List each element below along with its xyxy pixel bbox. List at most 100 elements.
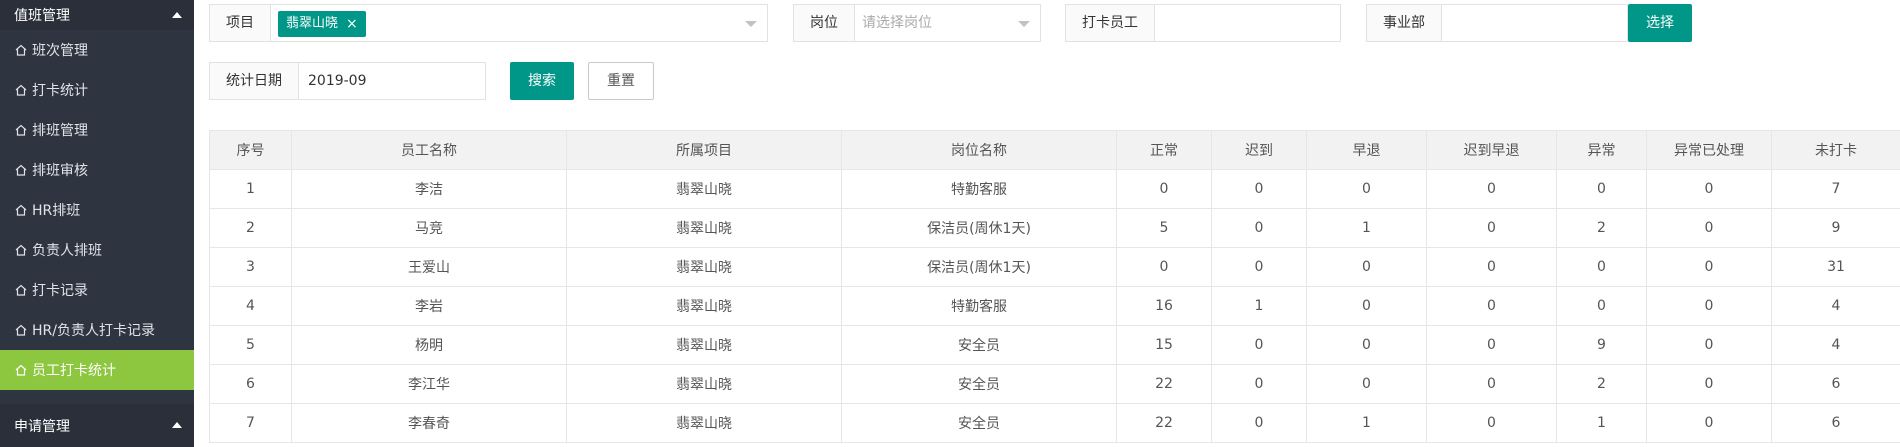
employee-field[interactable]: 打卡员工 xyxy=(1065,4,1341,42)
table-cell: 9 xyxy=(1771,208,1900,248)
date-label: 统计日期 xyxy=(210,63,299,99)
sidebar-item[interactable]: 打卡统计 xyxy=(0,70,194,110)
table-cell: 0 xyxy=(1306,325,1427,365)
chevron-down-icon xyxy=(745,21,757,27)
sidebar-item[interactable]: HR排班 xyxy=(0,190,194,230)
position-select[interactable]: 岗位 请选择岗位 xyxy=(793,4,1041,42)
table-cell: 0 xyxy=(1426,286,1557,326)
column-header: 正常 xyxy=(1116,130,1212,170)
sidebar-item[interactable]: 排班管理 xyxy=(0,110,194,150)
column-header: 岗位名称 xyxy=(841,130,1117,170)
table-row[interactable]: 7 李春奇 翡翠山晓 安全员 22 0 1 0 1 0 6 xyxy=(209,403,1900,443)
table-cell: 9 xyxy=(1556,325,1647,365)
table-cell: 0 xyxy=(1306,286,1427,326)
table-cell: 杨明 xyxy=(291,325,567,365)
home-icon xyxy=(14,283,28,297)
table-cell: 保洁员(周休1天) xyxy=(841,208,1117,248)
table-cell: 李洁 xyxy=(291,169,567,209)
table-cell: 4 xyxy=(209,286,292,326)
column-header: 所属项目 xyxy=(566,130,842,170)
table-cell: 2 xyxy=(209,208,292,248)
attendance-table: 序号 员工名称 所属项目 岗位名称 正常 迟到 早退 迟到早退 异常 异常已处理 未打卡 1 李洁 翡翠… xyxy=(209,130,1900,443)
home-icon xyxy=(14,323,28,337)
table-cell: 2 xyxy=(1556,208,1647,248)
table-header-row: 序号 员工名称 所属项目 岗位名称 正常 迟到 早退 迟到早退 异常 异常已处理 未打卡 xyxy=(209,130,1900,170)
home-icon xyxy=(14,83,28,97)
sidebar-item[interactable]: 员工打卡统计 xyxy=(0,350,194,390)
table-cell: 0 xyxy=(1211,208,1307,248)
sidebar-item[interactable]: 排班审核 xyxy=(0,150,194,190)
position-label: 岗位 xyxy=(794,5,855,41)
sidebar-group-duty[interactable]: 值班管理 xyxy=(0,0,194,30)
search-button[interactable]: 搜索 xyxy=(510,62,574,100)
table-cell: 6 xyxy=(1771,403,1900,443)
sidebar-item[interactable]: HR/负责人打卡记录 xyxy=(0,310,194,350)
sidebar-group-apply[interactable]: 申请管理 xyxy=(0,404,194,447)
home-icon xyxy=(14,123,28,137)
select-button[interactable]: 选择 xyxy=(1628,4,1692,42)
sidebar: 值班管理 班次管理打卡统计排班管理排班审核 HR排班 负责人排班 打卡记录 HR/负责人… xyxy=(0,0,194,447)
table-row[interactable]: 2 马竞 翡翠山晓 保洁员(周休1天) 5 0 1 0 2 0 9 xyxy=(209,208,1900,248)
table-cell: 7 xyxy=(209,403,292,443)
table-cell: 安全员 xyxy=(841,325,1117,365)
division-label: 事业部 xyxy=(1367,5,1442,41)
table-row[interactable]: 1 李洁 翡翠山晓 特勤客服 0 0 0 0 0 0 7 xyxy=(209,169,1900,209)
column-header: 员工名称 xyxy=(291,130,567,170)
column-header: 序号 xyxy=(209,130,292,170)
table-cell: 6 xyxy=(1771,364,1900,404)
sidebar-item-label: HR/负责人打卡记录 xyxy=(32,323,155,339)
table-cell: 特勤客服 xyxy=(841,169,1117,209)
table-cell: 0 xyxy=(1426,325,1557,365)
table-cell: 0 xyxy=(1646,364,1772,404)
reset-button[interactable]: 重置 xyxy=(588,62,654,100)
sidebar-item-label: 员工打卡统计 xyxy=(32,363,116,379)
sidebar-item-label: 打卡统计 xyxy=(32,83,88,99)
table-cell: 0 xyxy=(1646,403,1772,443)
table-cell: 翡翠山晓 xyxy=(566,208,842,248)
table-cell: 0 xyxy=(1211,247,1307,287)
table-cell: 翡翠山晓 xyxy=(566,286,842,326)
table-cell: 0 xyxy=(1426,208,1557,248)
position-placeholder: 请选择岗位 xyxy=(862,15,932,31)
table-cell: 4 xyxy=(1771,325,1900,365)
table-cell: 翡翠山晓 xyxy=(566,247,842,287)
column-header: 早退 xyxy=(1306,130,1427,170)
table-cell: 0 xyxy=(1556,286,1647,326)
table-cell: 翡翠山晓 xyxy=(566,403,842,443)
home-icon xyxy=(14,203,28,217)
division-field[interactable]: 事业部 xyxy=(1366,4,1628,42)
table-cell: 16 xyxy=(1116,286,1212,326)
home-icon xyxy=(14,163,28,177)
close-icon[interactable]: × xyxy=(346,11,358,37)
table-cell: 4 xyxy=(1771,286,1900,326)
home-icon xyxy=(14,363,28,377)
date-field[interactable]: 统计日期 2019-09 xyxy=(209,62,486,100)
project-label: 项目 xyxy=(210,5,271,41)
column-header: 未打卡 xyxy=(1771,130,1900,170)
sidebar-group-label: 申请管理 xyxy=(14,418,70,435)
table-cell: 0 xyxy=(1211,364,1307,404)
table-row[interactable]: 6 李江华 翡翠山晓 安全员 22 0 0 0 2 0 6 xyxy=(209,364,1900,404)
date-value: 2019-09 xyxy=(308,73,367,89)
table-cell: 0 xyxy=(1211,403,1307,443)
table-row[interactable]: 4 李岩 翡翠山晓 特勤客服 16 1 0 0 0 0 4 xyxy=(209,286,1900,326)
project-select[interactable]: 项目 翡翠山晓 × xyxy=(209,4,768,42)
table-cell: 7 xyxy=(1771,169,1900,209)
table-cell: 0 xyxy=(1211,169,1307,209)
table-cell: 0 xyxy=(1426,403,1557,443)
table-cell: 22 xyxy=(1116,403,1212,443)
table-cell: 0 xyxy=(1646,208,1772,248)
table-cell: 翡翠山晓 xyxy=(566,325,842,365)
table-cell: 马竞 xyxy=(291,208,567,248)
sidebar-item[interactable]: 打卡记录 xyxy=(0,270,194,310)
table-row[interactable]: 3 王爱山 翡翠山晓 保洁员(周休1天) 0 0 0 0 0 0 31 xyxy=(209,247,1900,287)
table-cell: 0 xyxy=(1116,247,1212,287)
table-cell: 0 xyxy=(1116,169,1212,209)
table-cell: 安全员 xyxy=(841,364,1117,404)
table-row[interactable]: 5 杨明 翡翠山晓 安全员 15 0 0 0 9 0 4 xyxy=(209,325,1900,365)
table-cell: 0 xyxy=(1646,169,1772,209)
sidebar-item[interactable]: 负责人排班 xyxy=(0,230,194,270)
sidebar-item-label: 排班管理 xyxy=(32,123,88,139)
table-cell: 6 xyxy=(209,364,292,404)
sidebar-item[interactable]: 班次管理 xyxy=(0,30,194,70)
